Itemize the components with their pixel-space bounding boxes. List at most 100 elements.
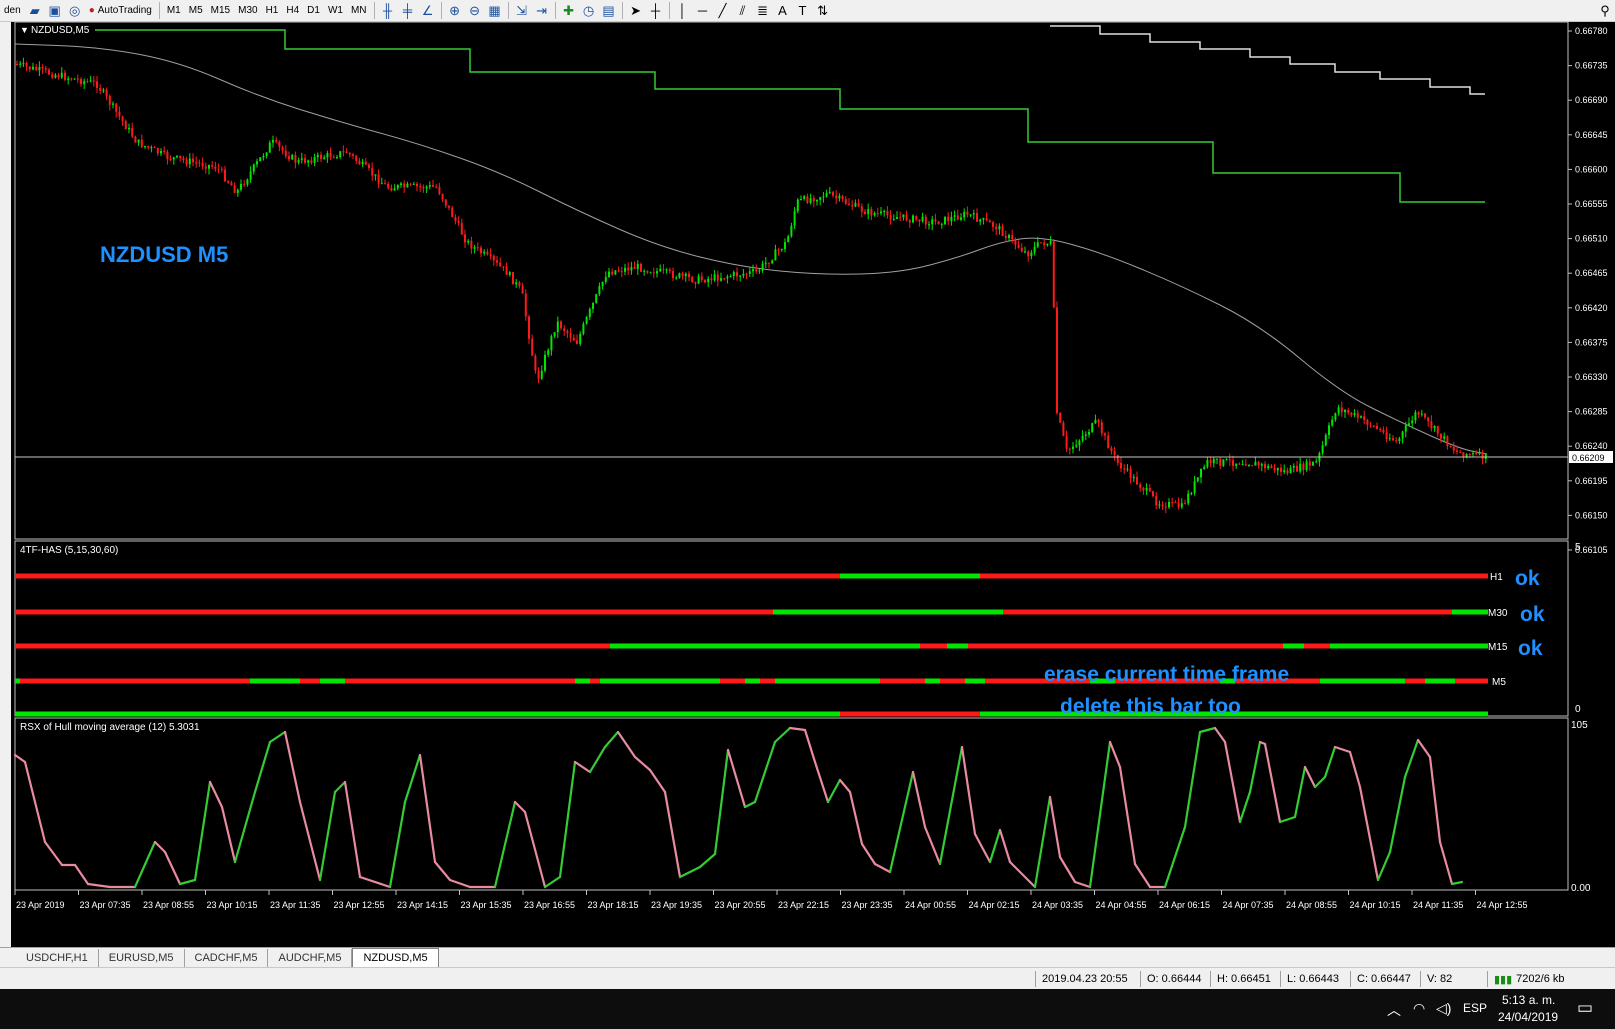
timeframe-m5-button[interactable]: M5: [185, 1, 207, 20]
candle-body: [313, 157, 316, 163]
timeframe-h1-button[interactable]: H1: [262, 1, 283, 20]
has-bar-segment: [575, 678, 590, 684]
arrows-icon[interactable]: ⇅: [813, 1, 833, 20]
candle-body: [137, 139, 140, 143]
rsx-segment: [318, 790, 337, 882]
price-tick-label: 0.66420: [1575, 303, 1608, 313]
rsx-segment: [1118, 765, 1137, 866]
rsx-segment: [43, 840, 64, 867]
channel-icon[interactable]: ⫽: [733, 1, 753, 20]
taskbar-date[interactable]: 24/04/2019: [1498, 1010, 1558, 1024]
price-tick-label: 0.66735: [1575, 61, 1608, 71]
candle-body: [342, 151, 345, 153]
price-tick-label: 0.66510: [1575, 234, 1608, 244]
timeframe-m1-button[interactable]: M1: [163, 1, 185, 20]
candle-body: [1075, 445, 1078, 447]
history-icon[interactable]: ◎: [65, 1, 85, 20]
zoom-out-icon[interactable]: ⊖: [465, 1, 485, 20]
indicator2-panel-frame: [14, 717, 1569, 891]
candle-body: [681, 273, 684, 277]
wifi-icon[interactable]: ◠: [1413, 1000, 1425, 1017]
autotrading-button[interactable]: ● AutoTrading: [85, 1, 156, 20]
bar-chart-icon[interactable]: ╫: [378, 1, 398, 20]
candle-body: [1462, 452, 1465, 458]
candle-body: [899, 217, 902, 219]
candle-body: [556, 321, 559, 333]
chart-window[interactable]: 0.66780 0.66735 0.66690 0.66645 0.66600 0.665…: [0, 21, 1615, 947]
crosshair-icon[interactable]: ┼: [646, 1, 666, 20]
rsx-segment: [1388, 775, 1407, 854]
candle-body: [604, 277, 607, 282]
chart-tab[interactable]: CADCHF,M5: [185, 949, 269, 967]
candle-body: [112, 103, 114, 105]
search-icon[interactable]: ⚲: [1595, 1, 1615, 20]
candle-body: [694, 281, 697, 284]
candle-body: [1113, 451, 1116, 456]
candle-body: [483, 251, 486, 254]
indicators-icon[interactable]: ✚: [559, 1, 579, 20]
periods-icon[interactable]: ◷: [579, 1, 599, 20]
candle-body: [1468, 454, 1471, 456]
candle-body: [502, 266, 505, 268]
candle-body: [1296, 465, 1298, 472]
chart-canvas[interactable]: 0.66780 0.66735 0.66690 0.66645 0.66600 0.665…: [0, 21, 1615, 947]
rsx-segment: [233, 790, 257, 864]
candle-body: [140, 139, 143, 148]
language-indicator[interactable]: ESP: [1463, 1001, 1487, 1015]
candle-body: [560, 321, 562, 329]
rsx-segment: [973, 832, 992, 864]
timeframe-m30-button[interactable]: M30: [234, 1, 261, 20]
rsx-segment: [1008, 860, 1037, 889]
timeframe-h4-button[interactable]: H4: [282, 1, 303, 20]
chart-tab[interactable]: USDCHF,H1: [16, 949, 99, 967]
candle-body: [163, 150, 166, 152]
candle-body: [92, 80, 95, 82]
rsx-segment: [873, 862, 892, 874]
candle-body: [336, 157, 338, 159]
candle-chart-icon[interactable]: ╪: [398, 1, 418, 20]
folder-icon[interactable]: ▰: [25, 1, 45, 20]
navigator-icon[interactable]: ▣: [45, 1, 65, 20]
candle-body: [544, 354, 546, 371]
cursor-icon[interactable]: ➤: [626, 1, 646, 20]
tile-windows-icon[interactable]: ▦: [485, 1, 505, 20]
timeframe-mn-button[interactable]: MN: [347, 1, 371, 20]
candle-body: [960, 217, 962, 220]
fibonacci-icon[interactable]: ≣: [753, 1, 773, 20]
timeframe-m15-button[interactable]: M15: [207, 1, 234, 20]
text-icon[interactable]: A: [773, 1, 793, 20]
chart-shift-icon[interactable]: ⇥: [532, 1, 552, 20]
time-tick-label: 23 Apr 19:35: [651, 900, 702, 910]
horizontal-line-icon[interactable]: ─: [693, 1, 713, 20]
candle-body: [662, 268, 665, 270]
has-bar-segment: [720, 678, 745, 684]
chart-tab[interactable]: EURUSD,M5: [99, 949, 185, 967]
candle-body: [633, 267, 636, 270]
trendline-icon[interactable]: ╱: [713, 1, 733, 20]
templates-icon[interactable]: ▤: [599, 1, 619, 20]
text-label-icon[interactable]: T: [793, 1, 813, 20]
speaker-icon[interactable]: ◁): [1436, 1000, 1451, 1017]
timeframe-w1-button[interactable]: W1: [324, 1, 347, 20]
rsx-segment: [1133, 862, 1152, 889]
candle-body: [1132, 476, 1135, 479]
rsx-segment: [268, 730, 287, 744]
candle-body: [444, 199, 447, 206]
notifications-icon[interactable]: ▭: [1577, 998, 1593, 1018]
line-chart-icon[interactable]: ∠: [418, 1, 438, 20]
autoscroll-icon[interactable]: ⇲: [512, 1, 532, 20]
timeframe-d1-button[interactable]: D1: [303, 1, 324, 20]
chart-tab[interactable]: NZDUSD,M5: [352, 948, 439, 967]
candle-body: [537, 370, 540, 379]
chevron-up-icon[interactable]: ︿: [1387, 1000, 1401, 1020]
taskbar-time[interactable]: 5:13 a. m.: [1502, 993, 1555, 1007]
candle-body: [185, 159, 188, 165]
chart-tab[interactable]: AUDCHF,M5: [268, 949, 353, 967]
candle-body: [1209, 459, 1212, 464]
candle-body: [579, 333, 582, 344]
candle-body: [230, 182, 233, 186]
has-bar-segment: [1425, 678, 1455, 684]
candle-body: [1356, 413, 1359, 418]
zoom-in-icon[interactable]: ⊕: [445, 1, 465, 20]
vertical-line-icon[interactable]: │: [673, 1, 693, 20]
